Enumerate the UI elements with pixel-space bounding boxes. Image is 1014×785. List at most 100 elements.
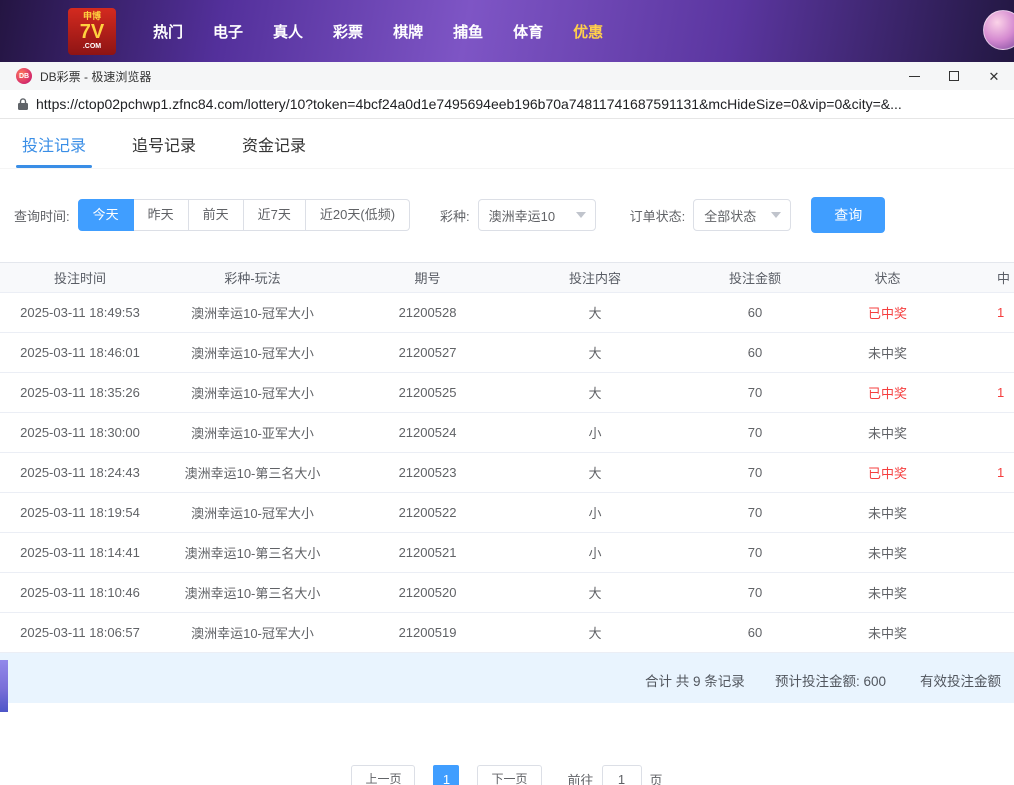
nav-item[interactable]: 捕鱼	[438, 21, 498, 42]
cell-time: 2025-03-11 18:14:41	[0, 533, 160, 573]
background-page-strip	[0, 660, 8, 712]
close-icon: ✕	[989, 70, 1000, 83]
site-nav-bar: 申博 7V .COM 热门电子真人彩票棋牌捕鱼体育优惠	[0, 0, 1014, 62]
chevron-down-icon	[576, 212, 586, 218]
cell-issue: 21200521	[345, 533, 510, 573]
time-filter-label: 查询时间:	[14, 206, 70, 225]
goto-page-suffix: 页	[650, 770, 663, 785]
url-bar[interactable]: https://ctop02pchwp1.zfnc84.com/lottery/…	[0, 90, 1014, 119]
time-filter-button[interactable]: 今天	[78, 199, 134, 231]
cell-amount: 60	[680, 613, 830, 653]
cell-issue: 21200524	[345, 413, 510, 453]
cell-content: 大	[510, 333, 680, 373]
table-row: 2025-03-11 18:10:46澳洲幸运10-第三名大小21200520大…	[0, 573, 1014, 613]
summary-bar: 合计 共 9 条记录 预计投注金额: 600 有效投注金额	[0, 653, 1014, 703]
cell-time: 2025-03-11 18:24:43	[0, 453, 160, 493]
window-controls: ✕	[894, 62, 1014, 90]
cell-time: 2025-03-11 18:30:00	[0, 413, 160, 453]
table-header-row: 投注时间彩种-玩法期号投注内容投注金额状态中	[0, 263, 1014, 293]
goto-page-input[interactable]	[602, 765, 642, 785]
next-page-button[interactable]: 下一页	[477, 765, 541, 785]
close-button[interactable]: ✕	[974, 62, 1014, 90]
cell-status: 已中奖	[830, 293, 945, 333]
nav-item[interactable]: 电子	[198, 21, 258, 42]
tab[interactable]: 投注记录	[22, 119, 86, 168]
time-filter-button[interactable]: 近7天	[244, 199, 306, 231]
time-filter-button[interactable]: 前天	[189, 199, 244, 231]
cell-win-amount	[945, 413, 1014, 453]
column-header: 彩种-玩法	[160, 263, 345, 293]
cell-status: 未中奖	[830, 573, 945, 613]
cell-amount: 70	[680, 493, 830, 533]
prev-page-button[interactable]: 上一页	[351, 765, 415, 785]
column-header: 投注内容	[510, 263, 680, 293]
nav-item[interactable]: 优惠	[558, 21, 618, 42]
status-select[interactable]: 全部状态	[693, 199, 791, 231]
cell-game: 澳洲幸运10-第三名大小	[160, 453, 345, 493]
lottery-filter-label: 彩种:	[440, 206, 470, 225]
minimize-icon	[909, 76, 920, 77]
cell-amount: 60	[680, 333, 830, 373]
column-header: 期号	[345, 263, 510, 293]
table-row: 2025-03-11 18:19:54澳洲幸运10-冠军大小21200522小7…	[0, 493, 1014, 533]
cell-status: 未中奖	[830, 613, 945, 653]
cell-game: 澳洲幸运10-第三名大小	[160, 573, 345, 613]
cell-amount: 70	[680, 453, 830, 493]
cell-time: 2025-03-11 18:49:53	[0, 293, 160, 333]
cell-game: 澳洲幸运10-冠军大小	[160, 493, 345, 533]
cell-time: 2025-03-11 18:10:46	[0, 573, 160, 613]
lottery-select[interactable]: 澳洲幸运10	[478, 199, 596, 231]
page-number-current[interactable]: 1	[433, 765, 459, 785]
summary-valid-amount: 有效投注金额	[920, 670, 1001, 690]
cell-win-amount	[945, 613, 1014, 653]
goto-page-label: 前往	[568, 770, 594, 785]
cell-content: 小	[510, 413, 680, 453]
cell-amount: 70	[680, 533, 830, 573]
cell-time: 2025-03-11 18:35:26	[0, 373, 160, 413]
cell-win-amount: 1	[945, 373, 1014, 413]
table-row: 2025-03-11 18:06:57澳洲幸运10-冠军大小21200519大6…	[0, 613, 1014, 653]
time-filter-button[interactable]: 昨天	[134, 199, 189, 231]
table-body: 2025-03-11 18:49:53澳洲幸运10-冠军大小21200528大6…	[0, 293, 1014, 653]
cell-win-amount	[945, 493, 1014, 533]
search-button[interactable]: 查询	[811, 197, 885, 233]
time-filter-button[interactable]: 近20天(低频)	[306, 199, 410, 231]
table-row: 2025-03-11 18:24:43澳洲幸运10-第三名大小21200523大…	[0, 453, 1014, 493]
table-row: 2025-03-11 18:30:00澳洲幸运10-亚军大小21200524小7…	[0, 413, 1014, 453]
time-filter-group: 今天昨天前天近7天近20天(低频)	[78, 199, 410, 231]
cell-status: 未中奖	[830, 413, 945, 453]
cell-issue: 21200520	[345, 573, 510, 613]
nav-item[interactable]: 彩票	[318, 21, 378, 42]
nav-item[interactable]: 体育	[498, 21, 558, 42]
window-title-bar: DB DB彩票 - 极速浏览器 ✕	[0, 62, 1014, 90]
nav-item[interactable]: 棋牌	[378, 21, 438, 42]
cell-game: 澳洲幸运10-冠军大小	[160, 613, 345, 653]
cell-content: 大	[510, 453, 680, 493]
cell-win-amount	[945, 533, 1014, 573]
tab[interactable]: 资金记录	[242, 119, 306, 168]
window-title: DB彩票 - 极速浏览器	[40, 68, 151, 85]
summary-total: 合计 共 9 条记录	[645, 670, 745, 690]
minimize-button[interactable]	[894, 62, 934, 90]
lottery-select-value: 澳洲幸运10	[489, 206, 555, 225]
site-logo[interactable]: 申博 7V .COM	[68, 8, 116, 55]
user-avatar[interactable]	[983, 10, 1014, 50]
cell-issue: 21200528	[345, 293, 510, 333]
table-row: 2025-03-11 18:49:53澳洲幸运10-冠军大小21200528大6…	[0, 293, 1014, 333]
column-header: 投注时间	[0, 263, 160, 293]
cell-status: 未中奖	[830, 493, 945, 533]
maximize-button[interactable]	[934, 62, 974, 90]
maximize-icon	[949, 71, 959, 81]
tab[interactable]: 追号记录	[132, 119, 196, 168]
chevron-down-icon	[771, 212, 781, 218]
cell-content: 大	[510, 373, 680, 413]
lock-icon	[17, 97, 29, 111]
records-table-wrap: 投注时间彩种-玩法期号投注内容投注金额状态中 2025-03-11 18:49:…	[0, 262, 1014, 653]
cell-issue: 21200527	[345, 333, 510, 373]
cell-game: 澳洲幸运10-冠军大小	[160, 293, 345, 333]
nav-item[interactable]: 真人	[258, 21, 318, 42]
nav-item[interactable]: 热门	[138, 21, 198, 42]
status-select-value: 全部状态	[704, 206, 756, 225]
cell-game: 澳洲幸运10-冠军大小	[160, 333, 345, 373]
cell-content: 大	[510, 573, 680, 613]
